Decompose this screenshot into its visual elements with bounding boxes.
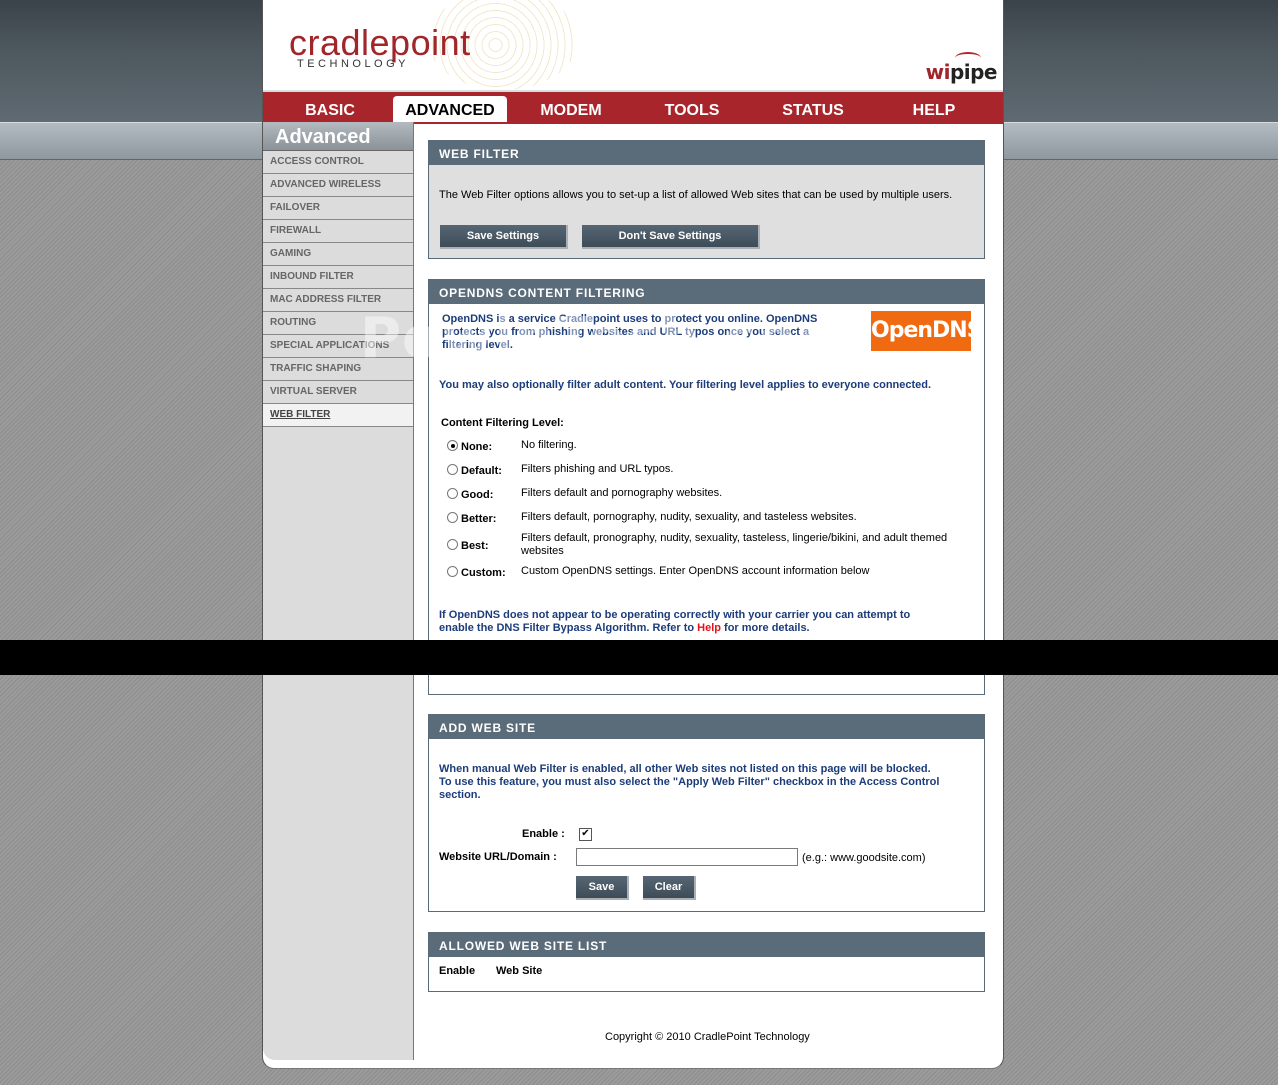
sidebar-item-gaming[interactable]: GAMING (263, 243, 413, 266)
wipipe-logo: wipipe (925, 60, 998, 84)
filter-level-best-desc-line-1: Filters default, pronography, nudity, se… (521, 532, 948, 544)
website-url-input[interactable] (576, 848, 798, 866)
web-filter-section: WEB FILTER The Web Filter options allows… (428, 140, 985, 259)
filter-level-better-radio[interactable] (447, 512, 458, 523)
column-enable: Enable (439, 965, 476, 977)
opendns-section: OPENDNS CONTENT FILTERING OpenDNS is a s… (428, 279, 985, 695)
tab-status[interactable]: STATUS (756, 96, 870, 122)
filter-level-good-desc: Filters default and pornography websites… (521, 487, 723, 499)
filter-level-best-label: Best: (461, 540, 489, 552)
wipipe-logo-wi: wi (925, 60, 951, 84)
add-web-site-note-line-1: When manual Web Filter is enabled, all o… (439, 763, 931, 775)
filter-level-custom-radio[interactable] (447, 566, 458, 577)
sidebar-item-advanced-wireless[interactable]: ADVANCED WIRELESS (263, 174, 413, 197)
tab-help[interactable]: HELP (877, 96, 991, 122)
website-url-hint: (e.g.: www.goodsite.com) (802, 852, 926, 864)
sidebar-item-access-control[interactable]: ACCESS CONTROL (263, 151, 413, 174)
clear-button[interactable]: Clear (643, 876, 696, 900)
wipipe-logo-pipe: pipe (949, 60, 998, 84)
dns-bypass-text-end: for more details. (720, 622, 810, 634)
filter-level-custom-label: Custom: (461, 567, 506, 579)
column-web-site: Web Site (496, 965, 543, 977)
adult-content-note: You may also optionally filter adult con… (439, 379, 932, 391)
tab-advanced[interactable]: ADVANCED (393, 96, 507, 122)
filter-level-better-label: Better: (461, 513, 497, 525)
opendns-header: OPENDNS CONTENT FILTERING (429, 280, 984, 304)
dns-bypass-note: If OpenDNS does not appear to be operati… (439, 609, 910, 635)
sidebar-item-web-filter[interactable]: WEB FILTER (263, 404, 413, 427)
website-url-label: Website URL/Domain : (439, 851, 557, 863)
header: cradlepoint TECHNOLOGY wipipe (263, 0, 1003, 90)
add-web-site-note: When manual Web Filter is enabled, all o… (439, 763, 939, 802)
enable-label: Enable : (522, 828, 565, 840)
tab-basic[interactable]: BASIC (273, 96, 387, 122)
save-settings-button[interactable]: Save Settings (440, 225, 568, 249)
add-web-site-section: ADD WEB SITE When manual Web Filter is e… (428, 714, 985, 912)
sidebar-item-virtual-server[interactable]: VIRTUAL SERVER (263, 381, 413, 404)
filter-level-good-radio[interactable] (447, 488, 458, 499)
tab-modem[interactable]: MODEM (514, 96, 628, 122)
sidebar-item-routing[interactable]: ROUTING (263, 312, 413, 335)
opendns-intro: OpenDNS is a service Cradlepoint uses to… (442, 313, 817, 352)
sidebar-item-special-applications[interactable]: SPECIAL APPLICATIONS (263, 335, 413, 358)
sidebar-item-traffic-shaping[interactable]: TRAFFIC SHAPING (263, 358, 413, 381)
sidebar-item-firewall[interactable]: FIREWALL (263, 220, 413, 243)
dns-bypass-line-2: enable the DNS Filter Bypass Algorithm. … (439, 622, 910, 635)
copyright-footer: Copyright © 2010 CradlePoint Technology (605, 1031, 810, 1043)
web-filter-header: WEB FILTER (429, 141, 984, 165)
sidebar-title: Advanced (263, 122, 413, 151)
content-filtering-level-label: Content Filtering Level: (441, 417, 564, 429)
opendns-intro-line-1: OpenDNS is a service Cradlepoint uses to… (442, 313, 818, 325)
dns-bypass-text: enable the DNS Filter Bypass Algorithm. … (439, 622, 698, 634)
save-button[interactable]: Save (576, 876, 629, 900)
filter-level-good-label: Good: (461, 489, 494, 501)
add-web-site-note-line-3: section. (439, 789, 481, 801)
add-web-site-header: ADD WEB SITE (429, 715, 984, 739)
allowed-list-header: ALLOWED WEB SITE LIST (429, 933, 984, 957)
tab-tools[interactable]: TOOLS (635, 96, 749, 122)
opendns-intro-line-2: protects you from phishing websites and … (442, 326, 810, 338)
filter-level-default-label: Default: (461, 465, 502, 477)
sidebar-item-failover[interactable]: FAILOVER (263, 197, 413, 220)
dont-save-settings-button[interactable]: Don't Save Settings (582, 225, 760, 249)
sidebar-item-inbound-filter[interactable]: INBOUND FILTER (263, 266, 413, 289)
filter-level-best-radio[interactable] (447, 539, 458, 550)
opendns-logo: OpenDNS (871, 311, 983, 351)
main-nav: BASIC ADVANCED MODEM TOOLS STATUS HELP (263, 90, 1003, 124)
filter-level-best-desc-line-2: websites (521, 545, 564, 557)
redaction-bar (0, 640, 1278, 675)
sidebar: Advanced ACCESS CONTROL ADVANCED WIRELES… (263, 122, 414, 1060)
filter-level-best-desc: Filters default, pronography, nudity, se… (521, 532, 947, 558)
help-link[interactable]: Help (697, 622, 721, 634)
filter-level-none-radio[interactable] (447, 440, 458, 451)
enable-checkbox[interactable]: ✔ (579, 828, 592, 841)
filter-level-better-desc: Filters default, pornography, nudity, se… (521, 511, 857, 523)
filter-level-none-desc: No filtering. (521, 439, 577, 451)
filter-level-custom-desc: Custom OpenDNS settings. Enter OpenDNS a… (521, 565, 870, 577)
allowed-web-site-list-section: ALLOWED WEB SITE LIST Enable Web Site (428, 932, 985, 992)
filter-level-default-desc: Filters phishing and URL typos. (521, 463, 674, 475)
web-filter-description: The Web Filter options allows you to set… (439, 189, 953, 201)
opendns-intro-line-3: filtering level. (442, 339, 513, 351)
filter-level-default-radio[interactable] (447, 464, 458, 475)
sidebar-item-mac-address-filter[interactable]: MAC ADDRESS FILTER (263, 289, 413, 312)
router-admin-page: cradlepoint TECHNOLOGY wipipe BASIC ADVA… (262, 0, 1004, 1069)
filter-level-none-label: None: (461, 441, 493, 453)
add-web-site-note-line-2: To use this feature, you must also selec… (439, 776, 940, 788)
dns-bypass-line-1: If OpenDNS does not appear to be operati… (439, 609, 911, 621)
cradlepoint-logo-subtitle: TECHNOLOGY (297, 58, 410, 70)
